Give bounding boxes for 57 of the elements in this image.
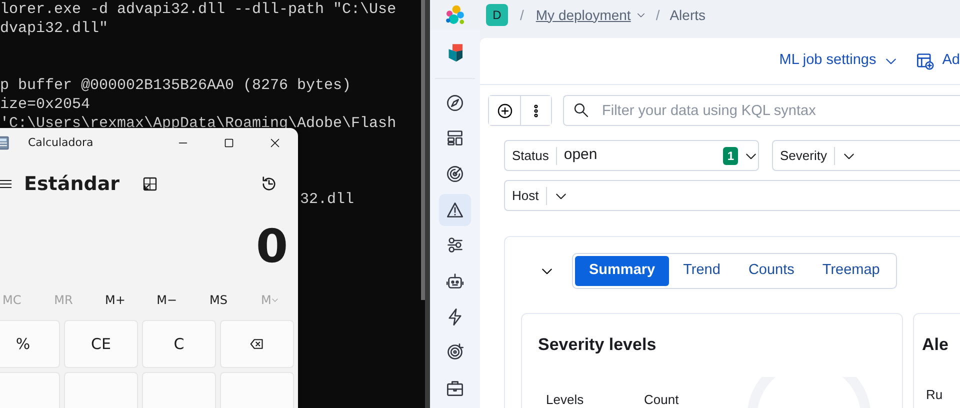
radar-icon: [446, 165, 464, 183]
robot-icon: [446, 272, 464, 290]
memory-button[interactable]: MS: [192, 286, 244, 314]
breadcrumb-separator: /: [520, 6, 524, 24]
avatar[interactable]: D: [486, 4, 508, 26]
filter-control[interactable]: Status open 1: [504, 140, 759, 171]
terminal-line: lorer.exe -d advapi32.dll --dll-path "C:\Use: [0, 0, 396, 19]
search-field[interactable]: Filter your data using KQL syntax: [563, 95, 960, 126]
breadcrumb-link[interactable]: My deployment: [536, 4, 631, 26]
memory-button[interactable]: M−: [141, 286, 193, 314]
maximize-icon: [224, 138, 234, 148]
menu-icon[interactable]: [0, 177, 12, 191]
column-header: Count: [643, 391, 680, 408]
briefcase-icon: [446, 379, 464, 398]
card-title: Ale: [922, 334, 950, 356]
logo-icon[interactable]: [444, 4, 466, 26]
column-header: Ru: [925, 386, 943, 404]
calculator-key[interactable]: %: [0, 320, 60, 368]
table-add-icon: [916, 52, 934, 70]
warning-icon: [446, 200, 464, 219]
column-header: Levels: [545, 391, 585, 408]
window-title: Calculadora: [28, 134, 94, 151]
settings-dropdown[interactable]: ML job settings: [779, 50, 898, 72]
memory-button[interactable]: M+: [89, 286, 142, 314]
view-tab[interactable]: Summary: [575, 256, 670, 286]
search-icon: [573, 102, 589, 118]
terminal-line: p buffer @000002B135B26AA0 (8276 bytes): [0, 76, 352, 95]
calculator-key[interactable]: CE: [64, 320, 138, 368]
view-tab[interactable]: Treemap: [808, 256, 894, 286]
terminal-line: 'C:\Users\rexmax\AppData\Roaming\Adobe\Flash: [0, 114, 396, 133]
compass-icon: [446, 94, 464, 112]
terminal-line: ize=0x2054: [0, 95, 90, 114]
breadcrumb-current: Alerts: [670, 6, 706, 24]
more-button[interactable]: [520, 96, 551, 125]
target-icon: [446, 343, 464, 362]
plus-circle-icon: [496, 102, 512, 118]
calculator-key[interactable]: C: [142, 320, 216, 368]
keep-on-top-icon[interactable]: [142, 176, 158, 192]
breadcrumb-separator: /: [656, 6, 660, 24]
nav-button[interactable]: [439, 194, 471, 226]
view-tab[interactable]: Counts: [734, 256, 808, 286]
history-icon[interactable]: [260, 175, 278, 193]
filter-control[interactable]: Host: [504, 180, 960, 211]
lightning-icon: [446, 308, 464, 326]
terminal-line: dvapi32.dll": [0, 19, 108, 38]
add-button[interactable]: Ad: [916, 50, 960, 72]
caret-icon: [271, 296, 280, 304]
sliders-icon: [446, 236, 464, 254]
backspace-icon: [249, 337, 265, 351]
display-value: 0: [256, 218, 288, 274]
terminal-line: 32.dll: [300, 190, 354, 209]
close-icon: [270, 138, 280, 148]
mode-title: Estándar: [24, 172, 120, 197]
view-tab[interactable]: Trend: [669, 256, 734, 286]
dashboard-icon: [446, 129, 464, 148]
card-title: Severity levels: [538, 334, 658, 356]
filter-control[interactable]: Severity: [772, 140, 960, 171]
